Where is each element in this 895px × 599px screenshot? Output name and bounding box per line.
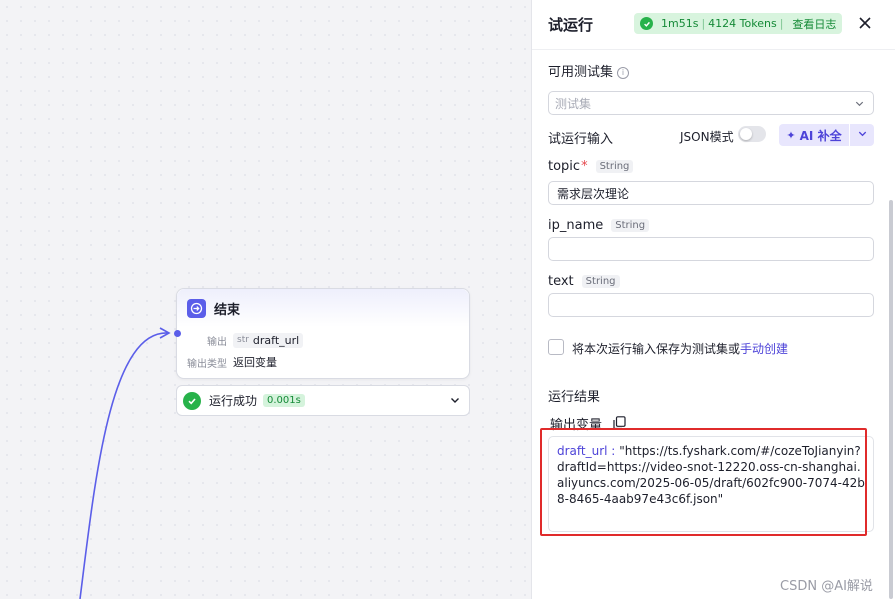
field-label-text: text String: [548, 274, 620, 289]
text-input[interactable]: [548, 293, 874, 317]
run-duration-badge: 0.001s: [263, 394, 305, 407]
topic-value: 需求层次理论: [557, 186, 630, 201]
save-as-test-set-checkbox[interactable]: [548, 339, 564, 355]
chevron-down-icon: [857, 128, 868, 143]
output-label: 输出: [207, 336, 227, 348]
field-type-tag: String: [595, 160, 634, 173]
required-marker: *: [581, 159, 588, 174]
output-var-label: 输出变量: [550, 418, 603, 433]
trial-run-panel: 试运行 1m51s | 4124 Tokens | 查看日志 可用测试集 i 测试…: [531, 0, 895, 599]
chevron-down-icon[interactable]: [449, 394, 461, 410]
success-check-icon: [640, 17, 653, 30]
test-set-placeholder: 测试集: [555, 96, 592, 111]
json-mode-toggle[interactable]: [738, 126, 766, 142]
json-mode-label: JSON模式: [680, 130, 734, 144]
copy-icon[interactable]: [613, 416, 626, 434]
sparkle-icon: ✦: [786, 128, 796, 142]
output-var-tag: str draft_url: [233, 332, 304, 348]
manual-create-link[interactable]: 手动创建: [740, 342, 788, 356]
ai-complete-label: AI 补全: [799, 128, 842, 143]
output-row: 输出 str draft_url: [177, 329, 469, 351]
result-key: draft_url :: [557, 444, 616, 458]
separator: |: [779, 17, 784, 30]
info-icon[interactable]: i: [617, 66, 630, 79]
run-duration: 1m51s: [661, 17, 699, 30]
run-status-label: 运行成功: [209, 394, 258, 408]
run-status-bar[interactable]: 运行成功 0.001s: [176, 385, 470, 416]
field-type-tag: String: [611, 219, 650, 232]
exit-icon: [187, 298, 206, 318]
token-count: 4124 Tokens: [708, 17, 777, 30]
save-option-text: 将本次运行输入保存为测试集或手动创建: [572, 340, 788, 357]
field-label-ip-name: ip_name String: [548, 218, 650, 233]
result-label: 运行结果: [548, 390, 601, 405]
ai-complete-button[interactable]: ✦ AI 补全: [779, 124, 849, 146]
output-result-box[interactable]: draft_url : "https://ts.fyshark.com/#/co…: [548, 436, 874, 532]
test-set-label: 可用测试集 i: [548, 61, 630, 80]
end-node[interactable]: 结束 输出 str draft_url 输出类型 返回变量: [174, 288, 470, 379]
separator: |: [701, 17, 706, 30]
field-label-topic: topic * String: [548, 159, 634, 174]
save-option-label: 将本次运行输入保存为测试集或: [572, 342, 741, 356]
field-name: text: [548, 274, 574, 289]
input-port[interactable]: [174, 330, 181, 337]
end-node-title: 结束: [214, 302, 241, 318]
trial-input-label: 试运行输入: [548, 132, 614, 147]
toggle-knob: [740, 128, 752, 140]
success-check-icon: [183, 391, 201, 410]
ip-name-input[interactable]: [548, 237, 874, 261]
chevron-down-icon: [854, 98, 865, 112]
var-name: draft_url: [252, 333, 300, 347]
field-type-tag: String: [581, 275, 620, 288]
panel-scrollbar[interactable]: [889, 200, 893, 599]
output-type-label: 输出类型: [187, 358, 227, 370]
test-set-label-text: 可用测试集: [548, 65, 614, 80]
run-summary-badge: 1m51s | 4124 Tokens | 查看日志: [634, 13, 843, 34]
field-name: topic: [548, 159, 581, 174]
output-type-value: 返回变量: [233, 356, 277, 369]
workflow-canvas[interactable]: 结束 输出 str draft_url 输出类型 返回变量 运行成功 0.001…: [0, 0, 531, 599]
test-set-select[interactable]: 测试集: [548, 91, 874, 115]
var-type: str: [237, 335, 249, 345]
view-log-link[interactable]: 查看日志: [792, 16, 836, 32]
close-icon[interactable]: [857, 15, 873, 31]
watermark: CSDN @AI解说: [780, 579, 873, 594]
ai-complete-dropdown[interactable]: [850, 124, 874, 146]
topic-input[interactable]: 需求层次理论: [548, 181, 874, 205]
panel-title: 试运行: [548, 16, 594, 34]
output-type-row: 输出类型 返回变量: [177, 351, 469, 373]
field-name: ip_name: [548, 218, 604, 233]
end-node-header: 结束: [177, 289, 469, 327]
